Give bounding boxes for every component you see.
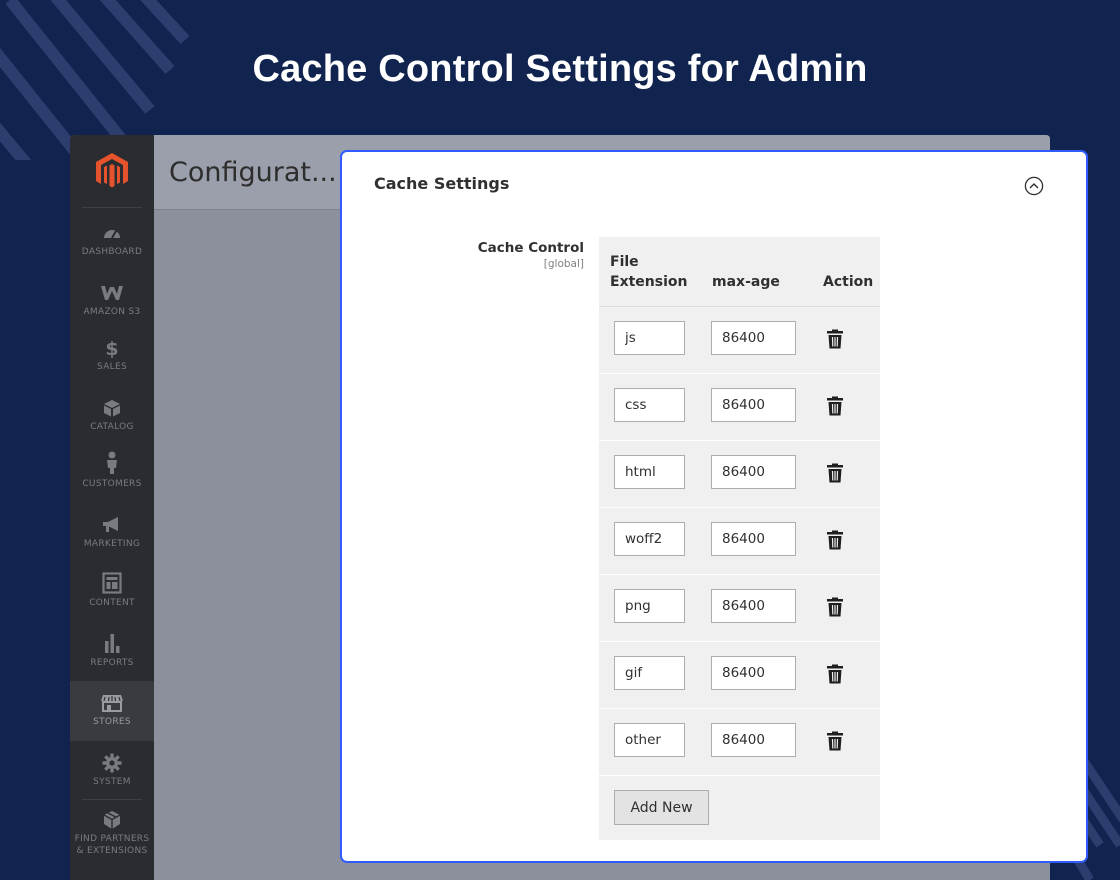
field-scope-label: [global] (543, 258, 584, 270)
hero-title: Cache Control Settings for Admin (252, 48, 868, 90)
delete-trash-icon[interactable] (826, 597, 844, 617)
column-header-max-age: max-age (712, 274, 780, 290)
file-extension-input[interactable] (614, 455, 685, 489)
table-row (599, 374, 880, 441)
box-icon (104, 400, 120, 417)
magento-logo-icon (96, 153, 128, 188)
svg-text:$: $ (105, 338, 118, 358)
layout-icon (102, 572, 122, 594)
file-extension-input[interactable] (614, 656, 685, 690)
table-row (599, 642, 880, 709)
file-extension-input[interactable] (614, 522, 685, 556)
person-icon (107, 451, 117, 474)
column-header-action: Action (823, 274, 874, 290)
amazon-s3-icon (101, 286, 123, 300)
file-extension-input[interactable] (614, 321, 685, 355)
sidebar-item-find-partners[interactable]: FIND PARTNERS & EXTENSIONS (70, 810, 154, 862)
delete-trash-icon[interactable] (826, 329, 844, 349)
section-title: Cache Settings (374, 174, 510, 193)
max-age-input[interactable] (711, 522, 796, 556)
extensions-icon (103, 811, 121, 829)
delete-trash-icon[interactable] (826, 731, 844, 751)
column-header-file-extension: File Extension (610, 254, 688, 290)
file-extension-input[interactable] (614, 723, 685, 757)
max-age-input[interactable] (711, 388, 796, 422)
max-age-input[interactable] (711, 723, 796, 757)
admin-sidebar: DASHBOARD AMAZON S3 $ SALES CATALOG CUST… (70, 135, 154, 880)
field-label-cache-control: Cache Control [global] (422, 240, 584, 270)
field-label-text: Cache Control (477, 240, 584, 256)
table-row (599, 508, 880, 575)
max-age-input[interactable] (711, 656, 796, 690)
sidebar-item-reports[interactable]: REPORTS (70, 632, 154, 672)
add-new-button[interactable]: Add New (614, 790, 709, 825)
delete-trash-icon[interactable] (826, 530, 844, 550)
sidebar-item-sales[interactable]: $ SALES (70, 338, 154, 378)
sidebar-item-customers[interactable]: CUSTOMERS (70, 451, 154, 493)
max-age-input[interactable] (711, 455, 796, 489)
dashboard-icon (104, 230, 120, 239)
gear-icon (102, 753, 122, 773)
megaphone-icon (103, 517, 118, 532)
sidebar-item-dashboard[interactable]: DASHBOARD (70, 223, 154, 261)
table-row (599, 441, 880, 508)
sidebar-separator (82, 799, 142, 800)
cache-control-grid: File Extension max-age Action Add New (599, 237, 880, 840)
delete-trash-icon[interactable] (826, 664, 844, 684)
sidebar-item-marketing[interactable]: MARKETING (70, 515, 154, 553)
sidebar-item-amazon-s3[interactable]: AMAZON S3 (70, 283, 154, 321)
collapse-chevron-up-icon[interactable] (1024, 176, 1044, 196)
store-icon (101, 695, 123, 712)
page-title: Configurat... (169, 157, 337, 188)
bar-chart-icon (105, 634, 120, 653)
table-row (599, 709, 880, 776)
sidebar-item-content[interactable]: CONTENT (70, 572, 154, 612)
sidebar-item-system[interactable]: SYSTEM (70, 753, 154, 793)
sidebar-item-catalog[interactable]: CATALOG (70, 398, 154, 436)
cache-settings-card: Cache Settings Cache Control [global] Fi… (340, 150, 1088, 863)
delete-trash-icon[interactable] (826, 396, 844, 416)
dollar-icon: $ (105, 338, 118, 358)
file-extension-input[interactable] (614, 388, 685, 422)
max-age-input[interactable] (711, 589, 796, 623)
sidebar-separator (82, 207, 142, 208)
delete-trash-icon[interactable] (826, 463, 844, 483)
file-extension-input[interactable] (614, 589, 685, 623)
table-row (599, 307, 880, 374)
max-age-input[interactable] (711, 321, 796, 355)
table-row (599, 575, 880, 642)
grid-header: File Extension max-age Action (599, 237, 880, 307)
sidebar-item-stores[interactable]: STORES (70, 681, 154, 741)
